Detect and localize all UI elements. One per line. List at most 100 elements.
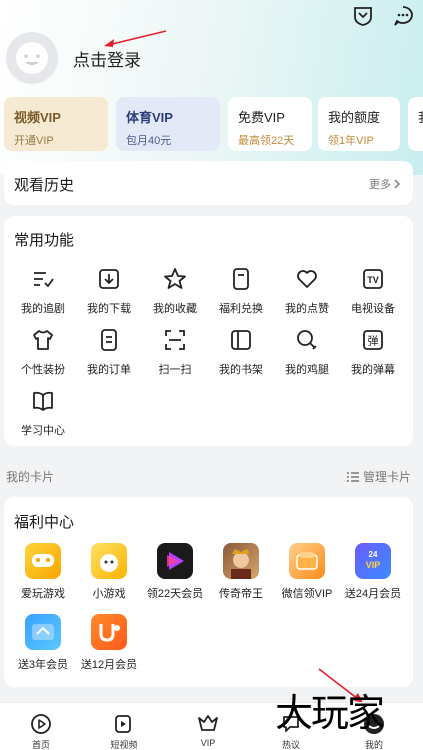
grid-item-my-follow[interactable]: 我的追剧 [10, 266, 76, 316]
welfare-item-3-years[interactable]: 送3年会员 [10, 614, 76, 672]
grid-item-danmaku[interactable]: 弹 我的弹幕 [340, 327, 406, 377]
grid-item-label: 个性装扮 [21, 364, 65, 376]
vip3year-icon [25, 614, 61, 650]
grid-item-label: 我的订单 [87, 364, 131, 376]
chevron-right-icon [394, 179, 400, 189]
more-link[interactable]: 更多 [369, 176, 401, 192]
more-label: 更多 [369, 179, 391, 191]
nav-label: 我的 [364, 740, 383, 750]
watch-history-title: 观看历史 [14, 177, 75, 194]
grid-item-drumstick[interactable]: 我的鸡腿 [274, 327, 340, 377]
vip-card-title: 我 [418, 107, 423, 126]
vip-card-video[interactable]: 视频VIP 开通VIP [4, 97, 108, 151]
grid-item-welfare-exchange[interactable]: 福利兑换 [208, 266, 274, 316]
svg-text:VIP: VIP [366, 560, 381, 570]
grid-item-learning-center[interactable]: 学习中心 [10, 388, 76, 438]
welfare-item-24-months[interactable]: 24 VIP 送24月会员 [340, 543, 406, 601]
grid-item-label: 我的弹幕 [351, 364, 395, 376]
grid-item-scan[interactable]: 扫一扫 [142, 327, 208, 377]
welfare-item-label: 爱玩游戏 [21, 588, 65, 600]
tshirt-icon [30, 327, 56, 353]
profile-icon [363, 713, 385, 735]
grid-item-label: 我的收藏 [153, 303, 197, 315]
vip-card-quota[interactable]: 我的额度 领1年VIP [318, 97, 400, 151]
star-icon [162, 266, 188, 292]
welfare-item-label: 送24月会员 [344, 588, 402, 600]
grid-item-label: 福利兑换 [219, 303, 263, 315]
welfare-item-legend[interactable]: 传奇帝王 [208, 543, 274, 601]
welfare-item-minigame[interactable]: 小游戏 [76, 543, 142, 601]
vip-card-title: 体育VIP [126, 110, 173, 125]
grid-item-likes[interactable]: 我的点赞 [274, 266, 340, 316]
svg-text:TV: TV [367, 275, 379, 285]
grid-item-label: 我的书架 [219, 364, 263, 376]
welfare-item-game[interactable]: 爱玩游戏 [10, 543, 76, 601]
nav-home[interactable]: 首页 [11, 713, 71, 750]
download-icon [96, 266, 122, 292]
grid-item-label: 扫一扫 [158, 364, 192, 376]
coupon-icon [228, 266, 254, 292]
common-functions-title: 常用功能 [14, 232, 75, 249]
vip-card-subtitle: 领1年VIP [328, 135, 374, 147]
header-actions [351, 4, 415, 28]
nav-mine[interactable]: 我的 [344, 713, 404, 750]
welfare-item-label: 送3年会员 [17, 659, 69, 671]
nav-vip[interactable]: VIP [178, 713, 238, 748]
vip-crown-icon [197, 713, 219, 735]
discussion-icon [280, 713, 302, 735]
vip-card-title: 免费VIP [238, 110, 285, 125]
list-icon [346, 471, 359, 482]
heart-icon [294, 266, 320, 292]
grid-item-downloads[interactable]: 我的下载 [76, 266, 142, 316]
wechat-vip-icon [289, 543, 325, 579]
common-functions-card: 常用功能 我的追剧 我的下载 我的收藏 福利兑换 我的点赞 TV 电视设备 个性… [4, 216, 413, 446]
vip-card-free[interactable]: 免费VIP 最高领22天 [228, 97, 312, 151]
bottom-nav: 首页 短视频 VIP 热议 我的 [0, 702, 423, 750]
grid-item-label: 我的点赞 [285, 303, 329, 315]
profile-area[interactable]: 点击登录 [6, 32, 141, 84]
nav-label: 短视频 [110, 740, 138, 750]
video-app-icon [157, 543, 193, 579]
grid-item-favorites[interactable]: 我的收藏 [142, 266, 208, 316]
checklist-icon [30, 266, 56, 292]
vip-cards-row: 视频VIP 开通VIP 体育VIP 包月40元 免费VIP 最高领22天 我的额… [4, 97, 423, 151]
welfare-item-label: 送12月会员 [80, 659, 138, 671]
grid-item-dress-up[interactable]: 个性装扮 [10, 327, 76, 377]
grid-item-label: 我的下载 [87, 303, 131, 315]
welfare-item-label: 领22天会员 [146, 588, 204, 600]
minigame-app-icon [91, 543, 127, 579]
watch-history-card[interactable]: 观看历史 更多 [4, 161, 413, 205]
welfare-item-22-days[interactable]: 领22天会员 [142, 543, 208, 601]
grid-item-bookshelf[interactable]: 我的书架 [208, 327, 274, 377]
grid-item-label: 我的追剧 [21, 303, 65, 315]
manage-cards-button[interactable]: 管理卡片 [346, 468, 411, 485]
svg-text:弹: 弹 [368, 334, 379, 348]
grid-item-label: 我的鸡腿 [285, 364, 329, 376]
game-app-icon [25, 543, 61, 579]
grid-item-label: 电视设备 [351, 303, 395, 315]
avatar[interactable] [6, 32, 58, 84]
nav-discussion[interactable]: 热议 [261, 713, 321, 750]
shield-badge-icon[interactable] [351, 4, 375, 28]
welfare-center-title: 福利中心 [14, 514, 75, 531]
uc-app-icon [91, 614, 127, 650]
message-icon[interactable] [391, 4, 415, 28]
welfare-item-12-months[interactable]: 送12月会员 [76, 614, 142, 672]
welfare-item-wechat-vip[interactable]: 微信领VIP [274, 543, 340, 601]
vip-card-subtitle: 包月40元 [126, 135, 172, 147]
login-link[interactable]: 点击登录 [73, 46, 141, 71]
my-cards-label: 我的卡片 [6, 470, 55, 484]
vip-card-title: 我的额度 [328, 110, 381, 125]
scan-icon [162, 327, 188, 353]
vip-card-sports[interactable]: 体育VIP 包月40元 [116, 97, 220, 151]
vip-card-more[interactable]: 我 [408, 97, 423, 151]
home-play-icon [30, 713, 52, 735]
grid-item-label: 学习中心 [21, 425, 65, 437]
welfare-item-label: 微信领VIP [281, 588, 333, 600]
grid-item-orders[interactable]: 我的订单 [76, 327, 142, 377]
order-icon [96, 327, 122, 353]
vip-card-subtitle: 最高领22天 [238, 135, 295, 147]
grid-item-tv-device[interactable]: TV 电视设备 [340, 266, 406, 316]
nav-short-video[interactable]: 短视频 [94, 713, 154, 750]
vip24-icon: 24 VIP [355, 543, 391, 579]
